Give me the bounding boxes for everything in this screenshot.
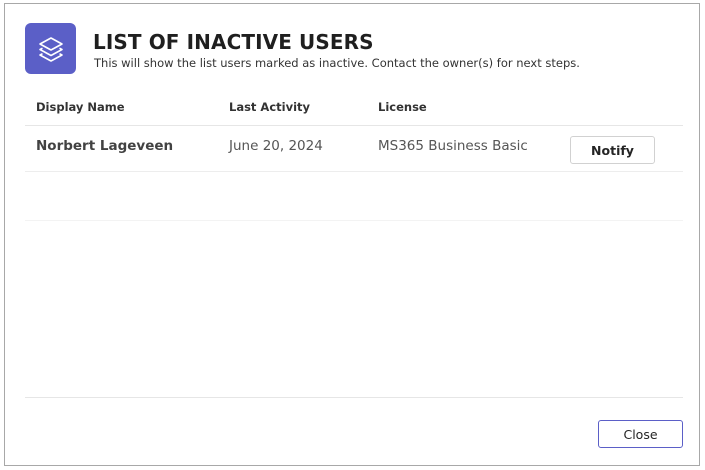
user-last-activity: June 20, 2024	[229, 138, 323, 154]
dialog-subtitle: This will show the list users marked as …	[94, 56, 580, 70]
user-license: MS365 Business Basic	[378, 138, 528, 154]
notify-button[interactable]: Notify	[570, 136, 655, 164]
column-header-license: License	[378, 100, 427, 114]
footer-divider	[25, 397, 683, 398]
row-divider	[25, 220, 683, 221]
column-header-last-activity: Last Activity	[229, 100, 311, 114]
user-display-name: Norbert Lageveen	[36, 138, 174, 154]
header-divider	[25, 125, 683, 126]
layers-icon	[25, 23, 76, 74]
close-button[interactable]: Close	[598, 420, 683, 448]
dialog-title: LIST OF INACTIVE USERS	[93, 30, 374, 54]
column-header-display-name: Display Name	[36, 100, 125, 114]
inactive-users-dialog: LIST OF INACTIVE USERS This will show th…	[4, 3, 700, 466]
row-divider	[25, 171, 683, 172]
